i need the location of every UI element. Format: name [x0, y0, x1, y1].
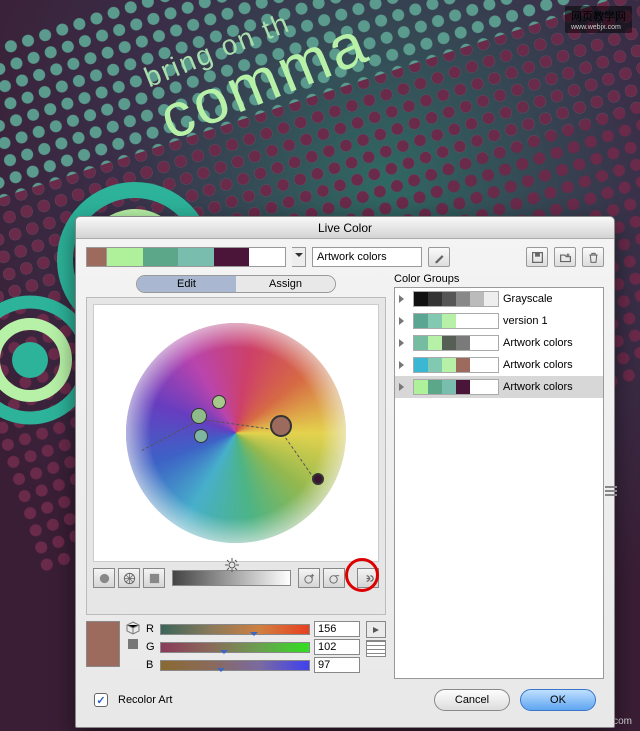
color-handle[interactable] [191, 408, 207, 424]
harmony-dropdown[interactable]: Artwork colors [312, 247, 422, 267]
color-handle-base[interactable] [270, 415, 292, 437]
color-wheel-container [86, 297, 386, 615]
color-mode-flyout[interactable] [366, 621, 386, 638]
color-group-row[interactable]: Grayscale [395, 288, 603, 310]
color-groups-list[interactable]: Grayscale version 1 Artwork colors [394, 287, 604, 679]
color-group-row[interactable]: version 1 [395, 310, 603, 332]
group-swatches [413, 291, 499, 307]
color-group-row[interactable]: Artwork colors [395, 354, 603, 376]
g-input[interactable] [314, 639, 360, 655]
rgb-side-buttons [366, 621, 386, 657]
b-label: B [146, 659, 156, 671]
b-slider[interactable] [160, 660, 310, 671]
segmented-wheel-button[interactable] [118, 568, 140, 588]
dialog-footer: Recolor Art Cancel OK [86, 679, 604, 717]
mode-tabs: Edit Assign [136, 275, 336, 293]
ok-button[interactable]: OK [520, 689, 596, 711]
disclosure-icon[interactable] [399, 295, 408, 303]
watermark-url: www.webjx.com [571, 24, 626, 31]
color-handle[interactable] [312, 473, 324, 485]
base-color-swatch[interactable] [87, 248, 107, 266]
swatch-below-icon[interactable] [126, 637, 140, 651]
group-swatches [107, 248, 285, 266]
tab-assign[interactable]: Assign [236, 276, 335, 292]
group-name: Artwork colors [503, 359, 573, 371]
color-handle[interactable] [212, 395, 226, 409]
edit-panel: Edit Assign [86, 273, 386, 679]
smooth-wheel-button[interactable] [93, 568, 115, 588]
group-swatches [413, 379, 499, 395]
get-colors-from-art-button[interactable] [428, 247, 450, 267]
disclosure-icon[interactable] [399, 339, 408, 347]
limit-to-library-button[interactable] [366, 640, 386, 657]
current-color-swatch[interactable] [86, 621, 120, 667]
swatch[interactable] [107, 248, 143, 266]
group-swatches [413, 335, 499, 351]
save-group-button[interactable] [526, 247, 548, 267]
remove-color-tool[interactable] [323, 568, 345, 588]
watermark-text: 网页教学网 [571, 11, 626, 23]
group-swatches [413, 357, 499, 373]
color-groups-title: Color Groups [394, 273, 604, 285]
g-label: G [146, 641, 156, 653]
watermark-top: 网页教学网 www.webjx.com [565, 6, 632, 33]
disclosure-icon[interactable] [399, 317, 408, 325]
group-name: Artwork colors [503, 337, 573, 349]
brightness-slider[interactable] [172, 570, 291, 586]
swatch-modifiers [126, 621, 140, 651]
new-group-button[interactable] [554, 247, 576, 267]
active-color-group-swatches[interactable] [86, 247, 286, 267]
color-group-row[interactable]: Artwork colors [395, 376, 603, 398]
group-swatches [413, 313, 499, 329]
group-name: Artwork colors [503, 381, 573, 393]
g-slider[interactable] [160, 642, 310, 653]
color-groups-panel: Color Groups Grayscale version 1 [394, 273, 604, 679]
link-harmony-button[interactable] [357, 568, 379, 588]
disclosure-icon[interactable] [399, 383, 408, 391]
harmony-rules-dropdown[interactable] [292, 247, 306, 267]
recolor-art-checkbox[interactable] [94, 693, 108, 707]
swatch[interactable] [178, 248, 214, 266]
r-label: R [146, 623, 156, 635]
swatch[interactable] [143, 248, 179, 266]
top-toolbar: Artwork colors [86, 247, 604, 267]
rgb-sliders: R G B [146, 621, 360, 675]
list-resize-grip[interactable] [605, 483, 617, 499]
current-swatch-block [86, 621, 120, 667]
rgb-editor: R G B [86, 621, 386, 675]
r-input[interactable] [314, 621, 360, 637]
recolor-art-label: Recolor Art [118, 694, 172, 706]
color-wheel-area[interactable] [93, 304, 379, 562]
dialog-title[interactable]: Live Color [76, 217, 614, 239]
color-handle[interactable] [194, 429, 208, 443]
wheel-tool-row [93, 568, 379, 588]
live-color-dialog: Live Color Artwork colors [75, 216, 615, 728]
color-wheel[interactable] [126, 323, 346, 543]
group-name: Grayscale [503, 293, 553, 305]
group-name: version 1 [503, 315, 548, 327]
tab-edit[interactable]: Edit [137, 276, 236, 292]
cancel-button[interactable]: Cancel [434, 689, 510, 711]
harmony-dropdown-label: Artwork colors [317, 251, 387, 263]
out-of-gamut-icon[interactable] [126, 621, 140, 635]
color-bars-button[interactable] [143, 568, 165, 588]
color-group-row[interactable]: Artwork colors [395, 332, 603, 354]
delete-group-button[interactable] [582, 247, 604, 267]
brightness-icon [224, 557, 240, 573]
add-color-tool[interactable] [298, 568, 320, 588]
swatch[interactable] [214, 248, 250, 266]
disclosure-icon[interactable] [399, 361, 408, 369]
r-slider[interactable] [160, 624, 310, 635]
b-input[interactable] [314, 657, 360, 673]
swatch[interactable] [249, 248, 285, 266]
